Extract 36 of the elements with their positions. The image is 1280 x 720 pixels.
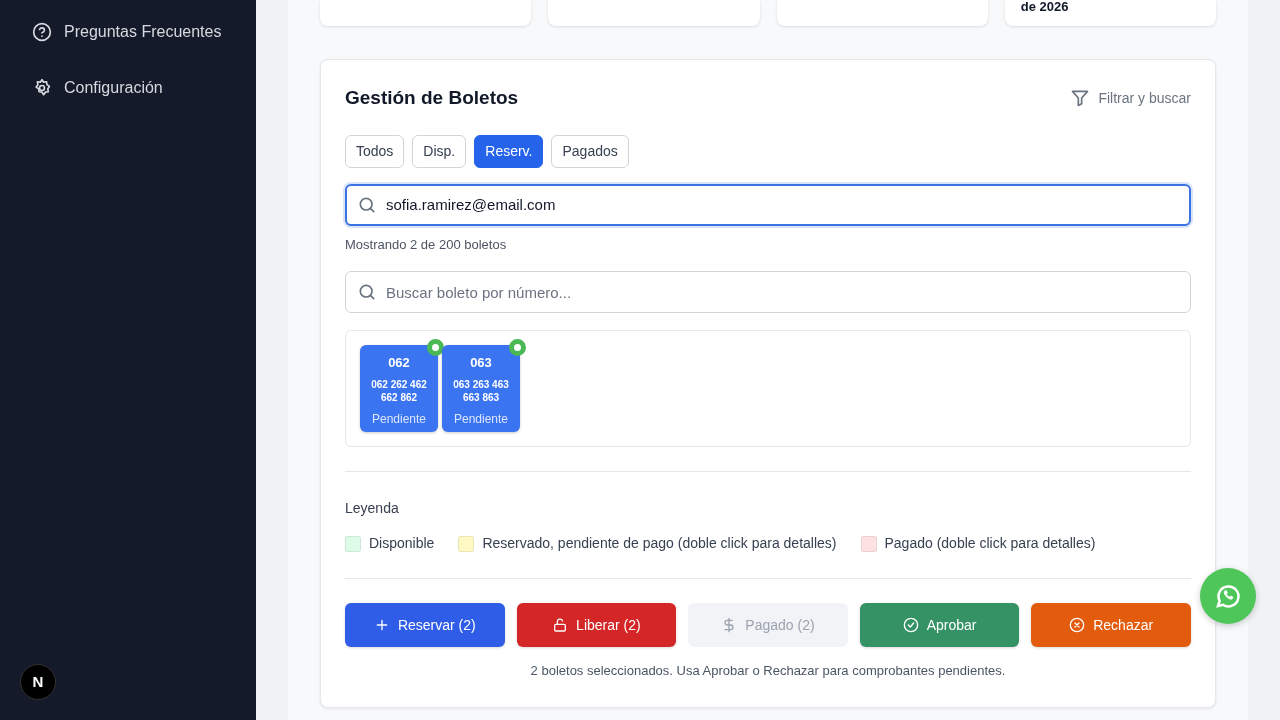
x-circle-icon <box>1069 617 1086 633</box>
sidebar-item[interactable]: Configuración <box>0 60 256 116</box>
email-search-field[interactable]: sofia.ramirez@email.com <box>345 183 1191 226</box>
ticket-search-field[interactable]: Buscar boleto por número... <box>345 271 1191 313</box>
filter-tab[interactable]: Reserv. <box>474 134 544 168</box>
help-icon <box>32 22 52 42</box>
unlocked-padlock-icon <box>552 617 569 633</box>
filter-link[interactable]: Filtrar y buscar <box>1070 87 1191 109</box>
panel-title: Gestión de Boletos <box>345 86 519 110</box>
settings-icon <box>32 78 52 98</box>
dev-badge[interactable]: N <box>20 664 56 700</box>
check-circle-icon <box>902 617 919 633</box>
sidebar-item[interactable]: Preguntas Frecuentes <box>0 4 256 60</box>
result-count: Mostrando 2 de 200 boletos <box>345 235 508 254</box>
stat-text: de 2026 <box>1020 0 1069 13</box>
filter-tab[interactable]: Disp. <box>412 134 467 168</box>
legend-label: Reservado, pendiente de pago (doble click para detalles) <box>482 534 837 553</box>
legend-label: Pagado (doble click para detalles) <box>884 534 1096 553</box>
ticket-number: 063 <box>469 354 493 372</box>
ticket-tile[interactable]: 063 063 263 463 663 863 Pendiente <box>442 345 520 432</box>
ticket-series: 063 263 463 663 863 <box>452 377 510 404</box>
filter-tab[interactable]: Pagados <box>551 134 629 168</box>
filter-icon <box>1070 88 1091 109</box>
selection-note: 2 boletos seleccionados. Usa Aprobar o Rechazar para comprobantes pendientes. <box>529 662 1007 680</box>
release-button[interactable]: Liberar (2) <box>516 603 677 647</box>
reserve-button[interactable]: Reservar (2) <box>345 603 505 647</box>
legend-label: Disponible <box>369 534 435 553</box>
legend-title: Leyenda <box>345 499 400 518</box>
ticket-status: Pendiente <box>452 410 509 428</box>
ticket-series: 062 262 462 662 862 <box>370 377 428 404</box>
ticket-status: Pendiente <box>370 410 427 428</box>
ticket-number: 062 <box>387 354 411 372</box>
reject-button[interactable]: Rechazar <box>1031 603 1191 647</box>
ticket-tile[interactable]: 062 062 262 462 662 862 Pendiente <box>360 345 438 432</box>
filter-tab[interactable]: Todos <box>345 134 405 168</box>
approve-button[interactable]: Aprobar <box>859 603 1020 647</box>
